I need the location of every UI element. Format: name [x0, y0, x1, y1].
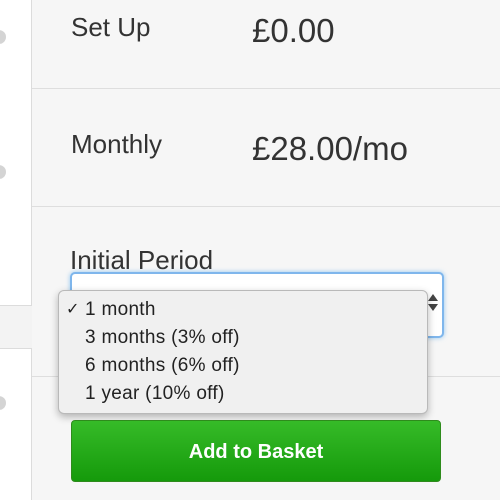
monthly-row: Monthly £28.00/mo	[32, 89, 500, 207]
product-page: Set Up £0.00 Monthly £28.00/mo Initial P…	[0, 0, 500, 500]
radio-icon	[0, 396, 6, 410]
background-panel-left	[0, 348, 32, 500]
setup-row: Set Up £0.00	[32, 0, 500, 89]
option-label: 1 month	[85, 299, 156, 320]
radio-icon	[0, 165, 6, 179]
setup-label: Set Up	[71, 12, 151, 42]
checkmark-icon: ✓	[66, 301, 80, 318]
setup-price: £0.00	[252, 12, 335, 49]
option-label: 3 months (3% off)	[85, 327, 240, 348]
monthly-price: £28.00/mo	[252, 130, 408, 167]
add-to-basket-button[interactable]: Add to Basket	[71, 420, 441, 482]
option-label: 1 year (10% off)	[85, 383, 225, 404]
radio-icon	[0, 30, 6, 44]
monthly-label: Monthly	[71, 129, 163, 159]
select-arrows-icon	[428, 294, 438, 314]
period-option-1-month[interactable]: ✓ 1 month	[59, 296, 427, 324]
period-option-3-months[interactable]: 3 months (3% off)	[59, 324, 427, 352]
option-label: 6 months (6% off)	[85, 355, 240, 376]
period-option-6-months[interactable]: 6 months (6% off)	[59, 352, 427, 380]
period-dropdown-menu: ✓ 1 month 3 months (3% off) 6 months (6%…	[58, 290, 428, 414]
period-option-1-year[interactable]: 1 year (10% off)	[59, 380, 427, 408]
background-panel-left	[0, 0, 32, 306]
